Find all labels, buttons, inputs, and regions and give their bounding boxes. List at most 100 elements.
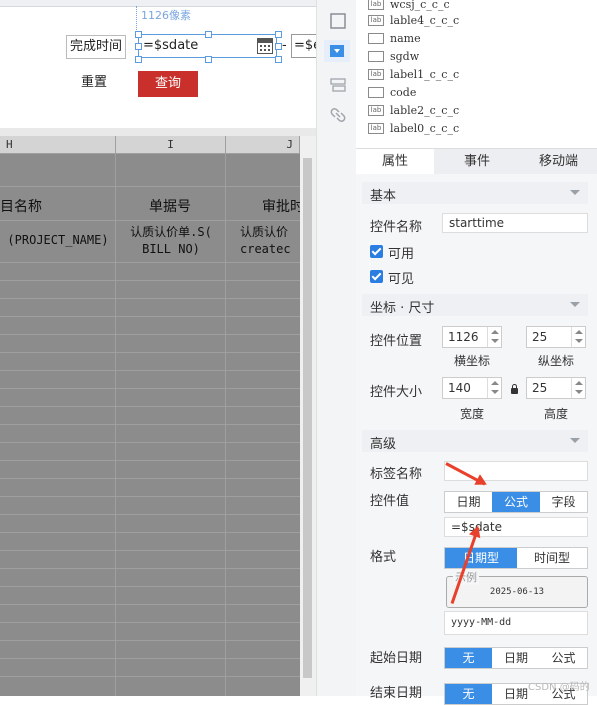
stepper-arrows-icon[interactable] — [571, 378, 585, 398]
property-panel: 基本 控件名称 starttime 可用 可见 坐标 · 尺寸 控件位置 112… — [356, 174, 597, 705]
column-header-h[interactable]: H — [0, 136, 116, 154]
enabled-checkbox[interactable] — [370, 245, 383, 258]
label-component-icon: lab — [368, 69, 384, 80]
sheet-cell-title[interactable]: 审批时 — [262, 196, 304, 216]
start-date-label: 起始日期 — [370, 651, 423, 666]
end-mode-none[interactable]: 无 — [445, 684, 492, 704]
visible-checkbox[interactable] — [370, 270, 383, 283]
query-button[interactable]: 查询 — [138, 71, 198, 97]
watermark: CSDN @码的 — [528, 682, 590, 693]
calendar-icon[interactable] — [257, 38, 273, 54]
height-stepper[interactable]: 25 — [526, 377, 586, 399]
grid-line — [0, 442, 300, 443]
square-frame-icon[interactable] — [329, 12, 347, 30]
grid-line — [0, 496, 300, 497]
tag-name-input[interactable] — [444, 461, 588, 481]
tag-name-label: 标签名称 — [370, 467, 423, 482]
tab-properties[interactable]: 属性 — [356, 149, 434, 175]
grid-line — [0, 460, 300, 461]
component-item[interactable]: lab lable2_c_c_c — [368, 102, 460, 120]
format-date-type[interactable]: 日期型 — [445, 548, 517, 568]
value-mode-date[interactable]: 日期 — [445, 492, 492, 512]
format-example-value: 2025-06-13 — [489, 587, 545, 597]
finish-time-label[interactable]: 完成时间 — [66, 35, 126, 59]
dropdown-control-icon[interactable] — [324, 40, 350, 62]
position-guide-label: 1126像素 — [141, 9, 191, 22]
width-value: 140 — [448, 381, 471, 395]
start-mode-formula[interactable]: 公式 — [540, 648, 587, 668]
value-mode-formula[interactable]: 公式 — [492, 492, 540, 512]
section-position-size[interactable]: 坐标 · 尺寸 — [362, 294, 588, 316]
sheet-cell-title[interactable]: 目名称 — [0, 196, 42, 216]
control-name-input[interactable]: starttime — [442, 213, 588, 233]
section-advanced[interactable]: 高级 — [362, 430, 588, 452]
grid-line — [0, 280, 300, 281]
textbox-component-icon — [368, 33, 384, 44]
format-pattern-input[interactable]: yyyy-MM-dd — [444, 611, 588, 635]
column-header-j[interactable]: J — [226, 136, 300, 154]
section-basic[interactable]: 基本 — [362, 182, 588, 204]
format-time-type[interactable]: 时间型 — [517, 548, 587, 568]
list-layout-icon[interactable] — [329, 76, 347, 94]
grid-line — [0, 316, 300, 317]
resize-handle-top-left[interactable] — [135, 31, 142, 38]
label-component-icon: lab — [368, 105, 384, 116]
component-item[interactable]: code — [368, 84, 417, 102]
component-item[interactable]: lab label1_c_c_c — [368, 66, 459, 84]
tab-events[interactable]: 事件 — [438, 149, 516, 175]
resize-handle-bottom-right[interactable] — [275, 56, 282, 63]
pos-x-caption: 横坐标 — [454, 354, 491, 368]
component-name: wcsj_c_c_c — [390, 0, 450, 11]
resize-handle-bottom[interactable] — [205, 56, 212, 63]
resize-handle-top-right[interactable] — [275, 31, 282, 38]
component-name: code — [390, 86, 417, 99]
resize-handle-left[interactable] — [135, 43, 142, 50]
grid-line — [0, 388, 300, 389]
component-name: lable2_c_c_c — [390, 104, 460, 117]
scrollbar-thumb[interactable] — [303, 158, 312, 678]
width-caption: 宽度 — [460, 407, 485, 421]
resize-handle-top[interactable] — [205, 31, 212, 38]
pos-x-stepper[interactable]: 1126 — [442, 326, 502, 348]
grid-line — [0, 514, 300, 515]
stepper-arrows-icon[interactable] — [571, 327, 585, 347]
tab-mobile[interactable]: 移动端 — [520, 149, 597, 175]
grid-line — [0, 186, 300, 187]
stepper-arrows-icon[interactable] — [487, 327, 501, 347]
textbox-component-icon — [368, 51, 384, 62]
reset-button[interactable]: 重置 — [76, 72, 112, 94]
component-item[interactable]: name — [368, 30, 421, 48]
grid-line — [0, 220, 300, 221]
report-sheet[interactable]: H I J 目名称 单据号 审批时 (PROJECT_NAME) 认质认价单.S… — [0, 136, 316, 696]
sheet-cell-field[interactable]: (PROJECT_NAME) — [0, 232, 116, 249]
sheet-vertical-scrollbar[interactable] — [300, 136, 316, 696]
component-item[interactable]: lab label0_c_c_c — [368, 120, 459, 138]
sheet-divider — [0, 128, 316, 136]
start-mode-date[interactable]: 日期 — [492, 648, 540, 668]
resize-handle-bottom-left[interactable] — [135, 56, 142, 63]
grid-line — [0, 532, 300, 533]
grid-line — [0, 478, 300, 479]
resize-handle-right[interactable] — [275, 43, 282, 50]
sheet-cell-field[interactable]: 认质认价单.S( BILL NO) — [116, 224, 226, 258]
collapse-arrow-icon — [570, 190, 580, 195]
column-header-i[interactable]: I — [116, 136, 226, 154]
lock-icon[interactable] — [511, 384, 518, 394]
value-mode-field[interactable]: 字段 — [540, 492, 587, 512]
stepper-arrows-icon[interactable] — [487, 378, 501, 398]
horizontal-ruler — [0, 0, 316, 7]
width-stepper[interactable]: 140 — [442, 377, 502, 399]
component-item[interactable]: sgdw — [368, 48, 419, 66]
grid-line — [0, 424, 300, 425]
formula-input[interactable]: =$sdate — [444, 517, 588, 537]
link-icon[interactable] — [329, 106, 347, 124]
pos-y-stepper[interactable]: 25 — [526, 326, 586, 348]
height-caption: 高度 — [544, 407, 569, 421]
enabled-label: 可用 — [388, 247, 415, 262]
grid-line — [0, 370, 300, 371]
start-mode-none[interactable]: 无 — [445, 648, 492, 668]
collapse-arrow-icon — [570, 302, 580, 307]
component-item[interactable]: lab lable4_c_c_c — [368, 12, 459, 30]
grid-line — [0, 586, 300, 587]
sheet-cell-title[interactable]: 单据号 — [149, 196, 191, 216]
